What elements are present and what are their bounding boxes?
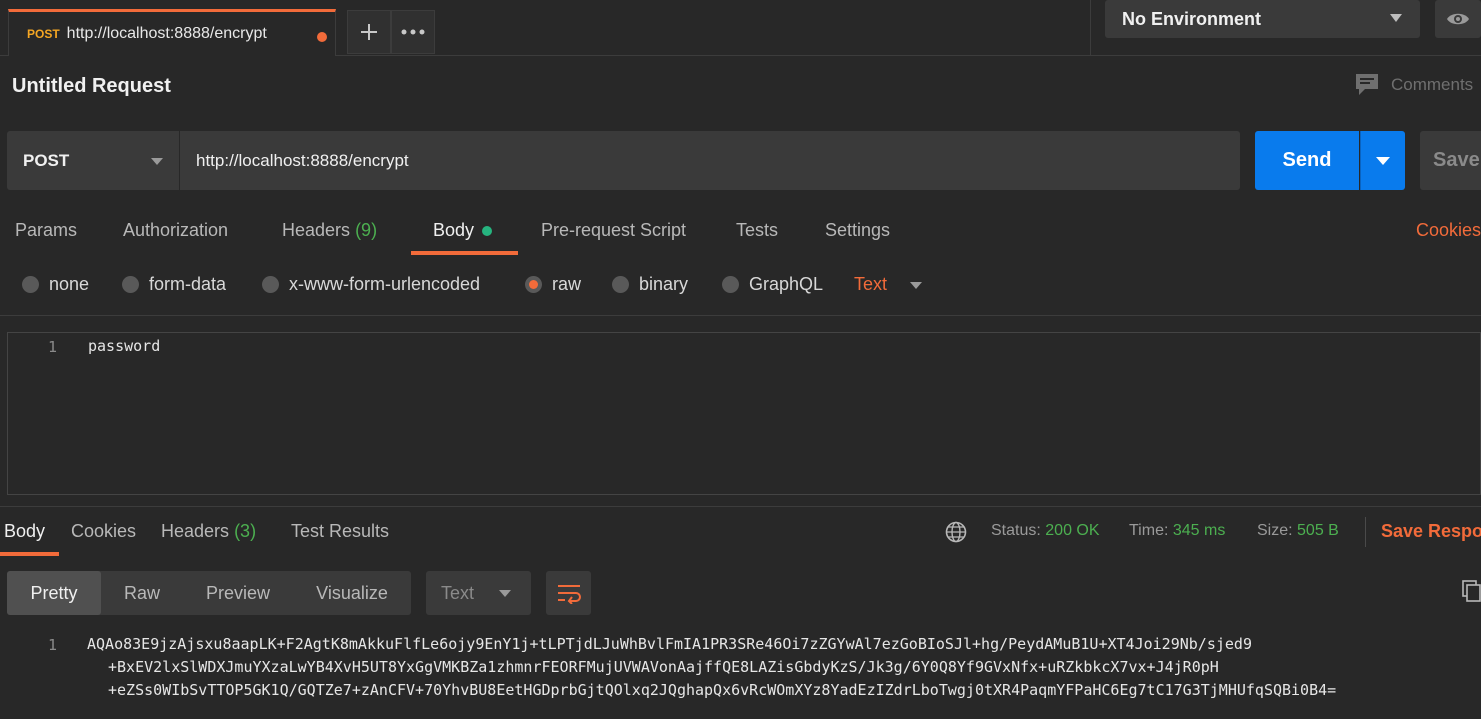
page-title: Untitled Request (12, 75, 171, 97)
radio-icon (262, 276, 279, 293)
chevron-down-icon (499, 590, 511, 597)
time-label: Time: (1129, 522, 1169, 539)
chevron-down-icon[interactable] (910, 282, 922, 289)
request-tab[interactable]: POST http://localhost:8888/encrypt (8, 9, 336, 56)
radio-none[interactable]: none (22, 274, 89, 295)
environment-label: No Environment (1122, 8, 1262, 29)
radio-raw-label: raw (552, 274, 582, 294)
wrap-icon (557, 585, 581, 604)
line-number: 1 (48, 338, 58, 356)
environment-quick-look-button[interactable] (1435, 0, 1481, 38)
size-label: Size: (1257, 522, 1293, 539)
response-format-select[interactable]: Text (426, 571, 531, 615)
status-label: Status: (991, 522, 1041, 539)
comments-button[interactable]: Comments (1355, 73, 1473, 97)
wrap-lines-button[interactable] (546, 571, 591, 615)
response-tab-headers-label: Headers (161, 521, 230, 541)
radio-icon (722, 276, 739, 293)
divider (1365, 517, 1366, 547)
status-indicator: Status: 200 OK (991, 522, 1100, 540)
chevron-down-icon (151, 158, 163, 165)
radio-form-data[interactable]: form-data (122, 274, 226, 295)
size-indicator: Size: 505 B (1257, 522, 1339, 540)
comment-icon (1356, 74, 1378, 95)
new-tab-button[interactable] (347, 10, 391, 54)
tab-options-button[interactable] (391, 10, 435, 54)
radio-form-data-label: form-data (149, 274, 227, 294)
copy-icon[interactable] (1462, 580, 1481, 607)
tab-body[interactable]: Body (433, 220, 493, 241)
tab-headers[interactable]: Headers (9) (282, 220, 377, 241)
tab-authorization[interactable]: Authorization (123, 220, 228, 241)
radio-graphql-label: GraphQL (749, 274, 824, 294)
active-tab-indicator (411, 251, 518, 255)
plus-icon (361, 24, 377, 40)
more-icon (401, 29, 425, 35)
radio-icon (22, 276, 39, 293)
radio-none-label: none (49, 274, 90, 294)
body-indicator-icon (482, 226, 493, 237)
response-body-line: AQAo83E9jzAjsxu8aapLK+F2AgtK8mAkkuFlfLe6… (87, 635, 1252, 653)
radio-selected-icon (525, 276, 542, 293)
body-editor[interactable]: 1 password (7, 332, 1481, 495)
method-label: POST (23, 150, 70, 170)
comments-label: Comments (1391, 75, 1474, 94)
view-raw-button[interactable]: Raw (103, 571, 181, 615)
unsaved-dot-icon (317, 32, 327, 42)
chevron-down-icon (1390, 14, 1402, 22)
response-line-number: 1 (48, 636, 58, 654)
chevron-down-icon (1376, 157, 1390, 165)
response-tab-body[interactable]: Body (4, 521, 45, 542)
view-preview-button[interactable]: Preview (183, 571, 293, 615)
url-input[interactable] (180, 131, 1240, 190)
divider (0, 506, 1481, 507)
save-button[interactable]: Save (1420, 131, 1481, 190)
tab-settings[interactable]: Settings (825, 220, 890, 241)
size-value: 505 B (1297, 522, 1339, 539)
view-visualize-button[interactable]: Visualize (295, 571, 409, 615)
body-format-select[interactable]: Text (854, 274, 887, 295)
tab-params[interactable]: Params (15, 220, 77, 241)
request-tab-url: http://localhost:8888/encrypt (66, 25, 267, 42)
view-pretty-button[interactable]: Pretty (7, 571, 101, 615)
active-tab-indicator (0, 552, 59, 556)
radio-raw[interactable]: raw (525, 274, 581, 295)
save-response-button[interactable]: Save Respo (1381, 521, 1481, 542)
environment-select[interactable]: No Environment (1105, 0, 1420, 38)
request-tab-method: POST (27, 27, 60, 41)
radio-binary-label: binary (639, 274, 689, 294)
tab-tests[interactable]: Tests (736, 220, 778, 241)
time-value: 345 ms (1172, 522, 1226, 539)
response-format-label: Text (441, 582, 475, 603)
radio-urlencoded[interactable]: x-www-form-urlencoded (262, 274, 480, 295)
cookies-link[interactable]: Cookies (1416, 220, 1481, 241)
send-button[interactable]: Send (1255, 131, 1359, 190)
status-value: 200 OK (1045, 522, 1100, 539)
response-body-line: +BxEV2lxSlWDXJmuYXzaLwYB4XvH5UT8YxGgVMKB… (108, 658, 1219, 676)
radio-icon (122, 276, 139, 293)
response-body-line: +eZSs0WIbSvTTOP5GK1Q/GQTZe7+zAnCFV+70Yhv… (108, 681, 1337, 699)
send-options-button[interactable] (1360, 131, 1405, 190)
radio-graphql[interactable]: GraphQL (722, 274, 823, 295)
tab-prerequest-script[interactable]: Pre-request Script (541, 220, 686, 241)
response-tab-headers[interactable]: Headers (3) (161, 521, 256, 542)
tab-body-label: Body (433, 220, 475, 240)
divider (1090, 0, 1091, 56)
response-tab-test-results[interactable]: Test Results (291, 521, 389, 542)
globe-icon[interactable] (945, 521, 967, 548)
headers-count-badge: (9) (355, 220, 378, 240)
tab-headers-label: Headers (282, 220, 351, 240)
eye-icon (1447, 13, 1469, 25)
editor-content[interactable]: password (88, 337, 160, 355)
response-headers-count-badge: (3) (234, 521, 257, 541)
time-indicator: Time: 345 ms (1129, 522, 1225, 540)
radio-icon (612, 276, 629, 293)
method-select[interactable]: POST (7, 131, 179, 190)
response-tab-cookies[interactable]: Cookies (71, 521, 136, 542)
radio-urlencoded-label: x-www-form-urlencoded (289, 274, 481, 294)
radio-binary[interactable]: binary (612, 274, 688, 295)
divider (0, 315, 1481, 316)
